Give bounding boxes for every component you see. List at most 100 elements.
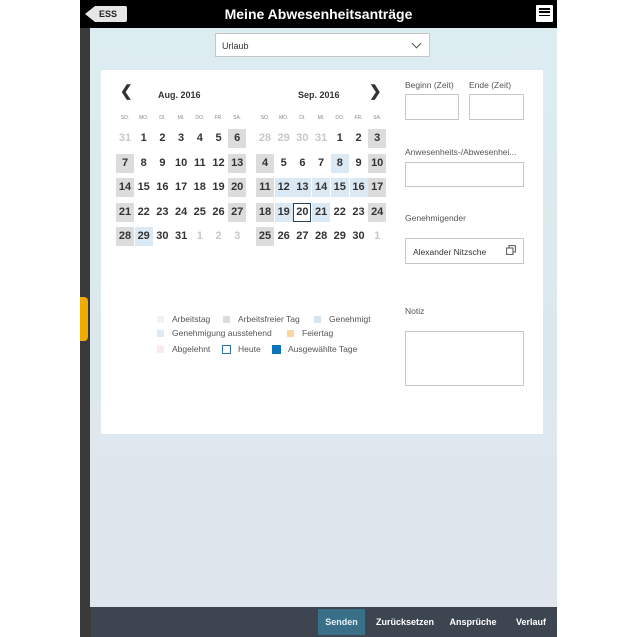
calendar-day[interactable]: 19	[210, 178, 228, 197]
calendar-day[interactable]: 8	[135, 154, 153, 173]
approver-field[interactable]: Alexander Nitzsche	[405, 238, 524, 264]
end-time-label: Ende (Zeit)	[469, 80, 512, 90]
calendar-day[interactable]: 25	[191, 203, 209, 222]
calendar-day[interactable]: 5	[210, 129, 228, 148]
calendar-day[interactable]: 27	[293, 227, 311, 246]
approver-value: Alexander Nitzsche	[413, 247, 487, 257]
calendar-day[interactable]: 21	[116, 202, 134, 222]
weekday-header: MI.	[317, 115, 325, 121]
calendar-day[interactable]: 9	[153, 154, 171, 173]
calendar-day[interactable]: 14	[116, 178, 134, 197]
weekday-header: SO.	[120, 115, 130, 121]
calendar-day[interactable]: 30	[153, 227, 171, 246]
calendar-day[interactable]: 24	[368, 202, 387, 222]
absence-type-input[interactable]	[405, 162, 524, 187]
weekday-header: SO.	[260, 115, 270, 121]
send-button[interactable]: Senden	[318, 609, 365, 635]
calendar-day[interactable]: 20	[293, 202, 312, 222]
calendar-day[interactable]: 28	[312, 227, 330, 246]
calendar-day: 2	[215, 230, 222, 242]
menu-icon[interactable]	[536, 5, 553, 22]
calendar-day[interactable]: 10	[172, 154, 190, 173]
calendar-day[interactable]: 31	[172, 227, 190, 246]
weekday-header: DO.	[335, 115, 345, 121]
calendar-day: 31	[314, 132, 328, 144]
calendar-day[interactable]: 1	[135, 129, 153, 148]
calendar-day[interactable]: 17	[172, 178, 190, 197]
calendar-day[interactable]: 2	[350, 129, 368, 148]
calendar-day[interactable]: 11	[256, 178, 274, 197]
absence-type-label: Anwesenheits-/Abwesenhei...	[405, 147, 517, 157]
calendar-day[interactable]: 8	[330, 153, 349, 173]
calendar-day[interactable]: 7	[312, 154, 330, 173]
calendar-day[interactable]: 13	[228, 153, 247, 173]
weekday-header: MI.	[177, 115, 185, 121]
calendar-day[interactable]: 18	[256, 202, 274, 222]
calendar-day[interactable]: 29	[134, 227, 153, 246]
history-button[interactable]: Verlauf	[509, 607, 553, 637]
calendar-day[interactable]: 28	[116, 227, 134, 246]
calendar-day[interactable]: 19	[274, 202, 293, 222]
weekday-header: DO.	[195, 115, 205, 121]
note-textarea[interactable]	[405, 331, 524, 386]
legend-ausstehend: Genehmigung ausstehend	[172, 328, 272, 338]
calendar-day[interactable]: 26	[275, 227, 293, 246]
calendar-day[interactable]: 18	[191, 178, 209, 197]
calendar-day[interactable]: 4	[256, 153, 274, 173]
side-panel-handle[interactable]	[80, 297, 88, 341]
calendar-day[interactable]: 15	[135, 178, 153, 197]
calendar-day[interactable]: 27	[228, 202, 247, 222]
calendar-day[interactable]: 30	[350, 227, 368, 246]
calendar-day[interactable]: 7	[116, 153, 134, 173]
weekday-header: FR.	[214, 115, 223, 121]
calendar-day: 30	[296, 132, 309, 144]
prev-month-icon[interactable]: ❮	[120, 82, 133, 100]
calendar-day[interactable]: 1	[331, 129, 349, 148]
calendar-day[interactable]: 23	[153, 203, 171, 222]
legend-swatch-heute	[222, 345, 231, 354]
end-time-input[interactable]	[469, 94, 524, 120]
calendar-day[interactable]: 16	[153, 178, 171, 197]
calendar-day[interactable]: 17	[368, 178, 387, 197]
calendar-day[interactable]: 9	[350, 154, 368, 173]
legend-swatch-abgelehnt	[157, 346, 164, 353]
calendar-day[interactable]: 11	[191, 154, 209, 173]
month-title-left: Aug. 2016	[158, 90, 201, 100]
calendar-day: 31	[118, 132, 132, 144]
absence-type-select[interactable]: Urlaub	[215, 33, 430, 57]
calendar-day: 3	[234, 230, 241, 242]
calendar-day[interactable]: 21	[312, 202, 331, 222]
calendar-day[interactable]: 29	[331, 227, 349, 246]
calendar-day[interactable]: 5	[275, 154, 293, 173]
calendar-day[interactable]: 4	[191, 129, 209, 148]
calendar-day: 28	[258, 132, 272, 144]
calendar-day[interactable]: 6	[228, 129, 247, 148]
calendar-day[interactable]: 20	[228, 178, 247, 197]
chevron-down-icon	[411, 38, 422, 49]
footer-toolbar: Senden Zurücksetzen Ansprüche Verlauf	[91, 607, 557, 637]
calendar-day[interactable]: 22	[135, 203, 153, 222]
next-month-icon[interactable]: ❯	[369, 82, 382, 100]
begin-time-input[interactable]	[405, 94, 459, 120]
claims-button[interactable]: Ansprüche	[446, 607, 500, 637]
calendar-day[interactable]: 15	[330, 178, 349, 197]
calendar-day[interactable]: 24	[172, 203, 190, 222]
calendar-day[interactable]: 23	[350, 203, 368, 222]
legend-genehmigt: Genehmigt	[329, 314, 371, 324]
calendar-day[interactable]: 3	[368, 129, 387, 148]
calendar-day[interactable]: 22	[331, 203, 349, 222]
calendar-day[interactable]: 12	[210, 154, 228, 173]
calendar-day[interactable]: 2	[153, 129, 171, 148]
calendar-day[interactable]: 16	[349, 178, 368, 197]
calendar-day[interactable]: 12	[274, 178, 293, 197]
calendar-day[interactable]: 3	[172, 129, 190, 148]
calendar-day[interactable]: 10	[368, 153, 387, 173]
calendar-day[interactable]: 25	[256, 227, 274, 246]
value-help-icon[interactable]	[506, 245, 516, 255]
reset-button[interactable]: Zurücksetzen	[373, 607, 437, 637]
legend-swatch-arbeitsfrei	[223, 316, 230, 323]
calendar-day[interactable]: 26	[210, 203, 228, 222]
calendar-day[interactable]: 13	[293, 178, 312, 197]
calendar-day[interactable]: 14	[312, 178, 331, 197]
calendar-day[interactable]: 6	[293, 154, 311, 173]
